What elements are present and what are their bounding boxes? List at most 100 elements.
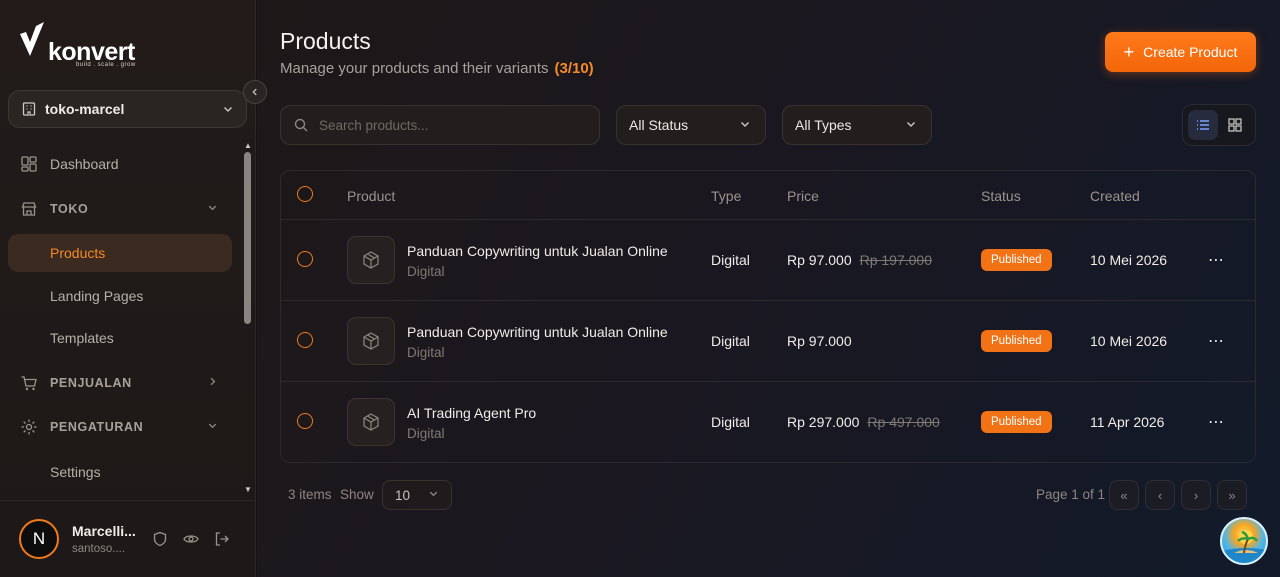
current-price: Rp 297.000	[787, 414, 860, 430]
type-filter-value: All Types	[795, 117, 852, 133]
table-row[interactable]: AI Trading Agent Pro Digital Digital Rp …	[281, 382, 1255, 462]
sidebar-section-penjualan[interactable]: PENJUALAN	[8, 364, 232, 402]
row-select-checkbox[interactable]	[297, 251, 313, 267]
original-price: Rp 497.000	[867, 414, 940, 430]
created-date: 11 Apr 2026	[1090, 414, 1165, 430]
more-actions-icon[interactable]: ⋯	[1208, 412, 1225, 432]
logout-icon[interactable]	[213, 530, 231, 548]
more-actions-icon[interactable]: ⋯	[1208, 331, 1225, 351]
last-page-button[interactable]: »	[1217, 480, 1247, 510]
sidebar-item-settings[interactable]: Settings	[8, 453, 232, 491]
items-count: 3 items	[288, 487, 332, 502]
sidebar-section-toko[interactable]: TOKO	[8, 190, 232, 228]
list-view-button[interactable]	[1188, 110, 1218, 140]
grid-icon	[1228, 118, 1242, 132]
product-subtype: Digital	[407, 426, 445, 441]
product-price: Rp 97.000	[787, 333, 852, 349]
sidebar-item-label: Templates	[50, 330, 114, 346]
product-thumbnail	[347, 236, 395, 284]
chevron-down-icon	[222, 103, 234, 115]
floating-assistant-button[interactable]	[1220, 517, 1268, 565]
type-filter-select[interactable]: All Types	[782, 105, 932, 145]
scroll-down-arrow-icon[interactable]: ▼	[243, 486, 253, 494]
search-icon	[293, 117, 309, 133]
page-info: Page 1 of 1	[1036, 487, 1106, 502]
status-badge: Published	[981, 330, 1052, 352]
search-box[interactable]	[280, 105, 600, 145]
collapse-sidebar-button[interactable]	[243, 80, 267, 104]
page-title: Products	[280, 28, 371, 54]
table-row[interactable]: Panduan Copywriting untuk Jualan Online …	[281, 220, 1255, 301]
column-header-price[interactable]: Price	[787, 188, 819, 204]
avatar-initial: N	[32, 529, 46, 548]
sidebar-item-dashboard[interactable]: Dashboard	[8, 145, 232, 183]
column-header-created[interactable]: Created	[1090, 188, 1140, 204]
prev-page-button[interactable]: ‹	[1145, 480, 1175, 510]
sidebar-item-templates[interactable]: Templates	[8, 319, 232, 357]
avatar[interactable]: N	[19, 519, 59, 559]
column-header-status[interactable]: Status	[981, 188, 1021, 204]
sidebar-nav: Dashboard TOKO Products Landing Pages Te…	[0, 140, 240, 495]
product-thumbnail	[347, 398, 395, 446]
sidebar-item-label: Products	[50, 245, 106, 261]
konvert-logo[interactable]: konvert build . scale . grow	[18, 20, 148, 70]
eye-icon[interactable]	[182, 530, 200, 548]
next-page-button[interactable]: ›	[1181, 480, 1211, 510]
brand-tagline: build . scale . grow	[76, 62, 136, 68]
status-filter-select[interactable]: All Status	[616, 105, 766, 145]
shield-icon[interactable]	[151, 530, 169, 548]
product-name[interactable]: AI Trading Agent Pro	[407, 405, 536, 421]
product-thumbnail	[347, 317, 395, 365]
page-size-select[interactable]: 10	[382, 480, 452, 510]
gear-icon	[20, 418, 38, 436]
row-select-checkbox[interactable]	[297, 332, 313, 348]
product-name[interactable]: Panduan Copywriting untuk Jualan Online	[407, 243, 668, 259]
more-actions-icon[interactable]: ⋯	[1208, 250, 1225, 270]
status-badge: Published	[981, 249, 1052, 271]
sidebar-item-label: Landing Pages	[50, 288, 144, 304]
cart-icon	[20, 374, 38, 392]
sidebar-scrollbar[interactable]	[244, 152, 251, 324]
created-date: 10 Mei 2026	[1090, 252, 1168, 268]
store-selector[interactable]: toko-marcel	[8, 90, 247, 128]
product-name[interactable]: Panduan Copywriting untuk Jualan Online	[407, 324, 668, 340]
create-product-label: Create Product	[1143, 44, 1238, 60]
sidebar-item-label: Settings	[50, 464, 101, 480]
column-header-product[interactable]: Product	[347, 188, 395, 204]
sidebar-item-label: Dashboard	[50, 156, 119, 172]
dashboard-icon	[20, 155, 38, 173]
scroll-up-arrow-icon[interactable]: ▲	[243, 142, 253, 150]
chevron-left-icon: ‹	[1157, 487, 1163, 503]
product-count: (3/10)	[554, 60, 594, 77]
chevron-down-icon	[739, 117, 751, 133]
main-content: Products Manage your products and their …	[257, 0, 1280, 577]
current-price: Rp 97.000	[787, 333, 852, 349]
page-subtitle: Manage your products and their variants (…	[280, 60, 594, 77]
sidebar-item-landing-pages[interactable]: Landing Pages	[8, 277, 232, 315]
sidebar-item-products[interactable]: Products	[8, 234, 232, 272]
page-subtitle-text: Manage your products and their variants	[280, 60, 549, 77]
list-icon	[1197, 120, 1209, 130]
table-row[interactable]: Panduan Copywriting untuk Jualan Online …	[281, 301, 1255, 382]
store-name: toko-marcel	[45, 101, 125, 117]
created-date: 10 Mei 2026	[1090, 333, 1168, 349]
product-price: Rp 97.000 Rp 197.000	[787, 252, 932, 268]
first-page-button[interactable]: «	[1109, 480, 1139, 510]
chevron-right-icon	[207, 376, 218, 390]
package-icon	[363, 332, 379, 350]
select-all-checkbox[interactable]	[297, 186, 313, 202]
chevron-right-icon: ›	[1193, 487, 1199, 503]
sidebar-section-pengaturan[interactable]: PENGATURAN	[8, 408, 232, 446]
row-select-checkbox[interactable]	[297, 413, 313, 429]
status-filter-value: All Status	[629, 117, 689, 133]
original-price: Rp 197.000	[859, 252, 933, 268]
column-header-type[interactable]: Type	[711, 188, 741, 204]
grid-view-button[interactable]	[1220, 110, 1250, 140]
current-price: Rp 97.000	[787, 252, 852, 268]
package-icon	[363, 251, 379, 269]
create-product-button[interactable]: + Create Product	[1105, 32, 1256, 72]
store-icon	[21, 101, 37, 117]
search-input[interactable]	[319, 117, 579, 133]
show-label: Show	[340, 487, 374, 502]
chevron-down-icon	[905, 117, 917, 133]
